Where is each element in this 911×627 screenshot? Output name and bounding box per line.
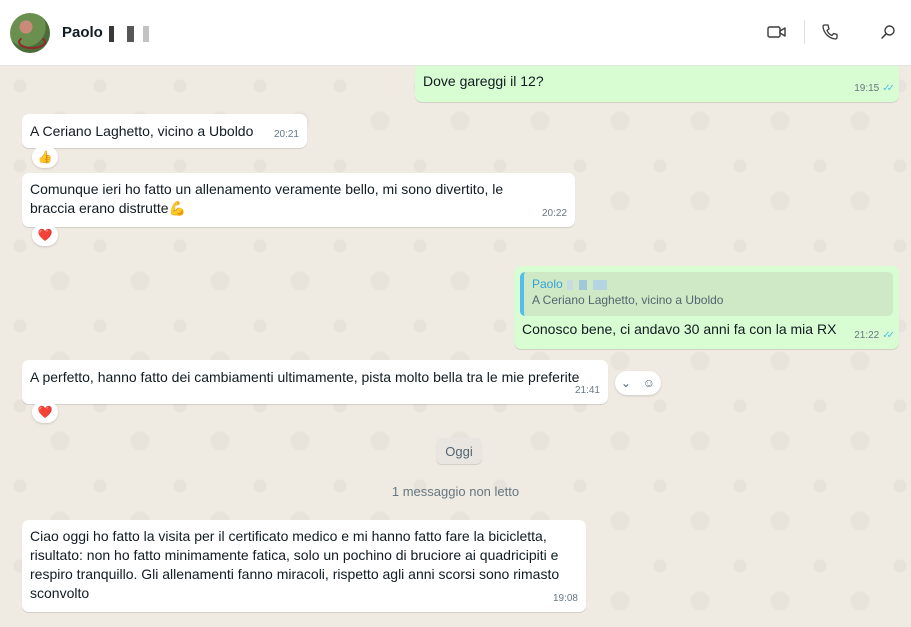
date-divider: Oggi: [436, 438, 482, 464]
chevron-down-icon[interactable]: ⌄: [621, 376, 631, 390]
message-bubble-incoming[interactable]: A Ceriano Laghetto, vicino a Uboldo 20:2…: [22, 114, 307, 148]
reaction-heart-icon[interactable]: ❤️: [32, 401, 58, 423]
emoji-react-icon[interactable]: ☺: [643, 376, 655, 390]
contact-avatar[interactable]: [10, 13, 50, 53]
message-bubble-incoming[interactable]: A perfetto, hanno fatto dei cambiamenti …: [22, 360, 608, 404]
message-bubble-incoming[interactable]: Ciao oggi ho fatto la visita per il cert…: [22, 520, 586, 612]
message-time: 21:22 ✓✓: [854, 330, 895, 341]
redacted-name-area: [103, 26, 151, 42]
contact-name[interactable]: Paolo: [62, 24, 103, 41]
message-time: 21:41: [574, 385, 600, 396]
message-time: 19:15 ✓✓: [854, 83, 895, 94]
reaction-heart-icon[interactable]: ❤️: [32, 224, 58, 246]
quote-text: A Ceriano Laghetto, vicino a Uboldo: [532, 293, 724, 307]
message-bubble-outgoing[interactable]: Dove gareggi il 12? 19:15 ✓✓: [415, 66, 899, 102]
chat-header: Paolo: [0, 0, 911, 66]
message-actions[interactable]: ⌄ ☺: [615, 371, 661, 395]
read-ticks-icon: ✓✓: [882, 330, 895, 341]
message-text: A Ceriano Laghetto, vicino a Uboldo: [30, 123, 254, 139]
quote-author: Paolo: [532, 276, 885, 292]
message-time: 19:08: [552, 593, 578, 604]
search-icon[interactable]: [876, 20, 900, 44]
reaction-thumbs-up-icon[interactable]: 👍: [32, 146, 58, 168]
redacted-name-area: [566, 279, 607, 290]
message-bubble-outgoing-reply[interactable]: Paolo A Ceriano Laghetto, vicino a Ubold…: [514, 266, 899, 349]
message-text: A perfetto, hanno fatto dei cambiamenti …: [30, 369, 580, 385]
message-text: Comunque ieri ho fatto un allenamento ve…: [30, 181, 504, 216]
message-time: 20:22: [541, 208, 567, 219]
phone-icon[interactable]: [818, 20, 842, 44]
header-separator: [804, 20, 805, 44]
message-bubble-incoming[interactable]: Comunque ieri ho fatto un allenamento ve…: [22, 173, 575, 227]
unread-divider: 1 messaggio non letto: [391, 484, 520, 499]
message-time: 20:21: [273, 129, 299, 140]
message-text: Ciao oggi ho fatto la visita per il cert…: [30, 528, 560, 601]
read-ticks-icon: ✓✓: [882, 83, 895, 94]
chat-area[interactable]: Dove gareggi il 12? 19:15 ✓✓ A Ceriano La…: [0, 66, 911, 627]
video-call-icon[interactable]: [765, 20, 789, 44]
message-text: Dove gareggi il 12?: [423, 73, 544, 89]
quoted-message[interactable]: Paolo A Ceriano Laghetto, vicino a Ubold…: [520, 272, 893, 316]
message-text: Conosco bene, ci andavo 30 anni fa con l…: [522, 321, 837, 337]
